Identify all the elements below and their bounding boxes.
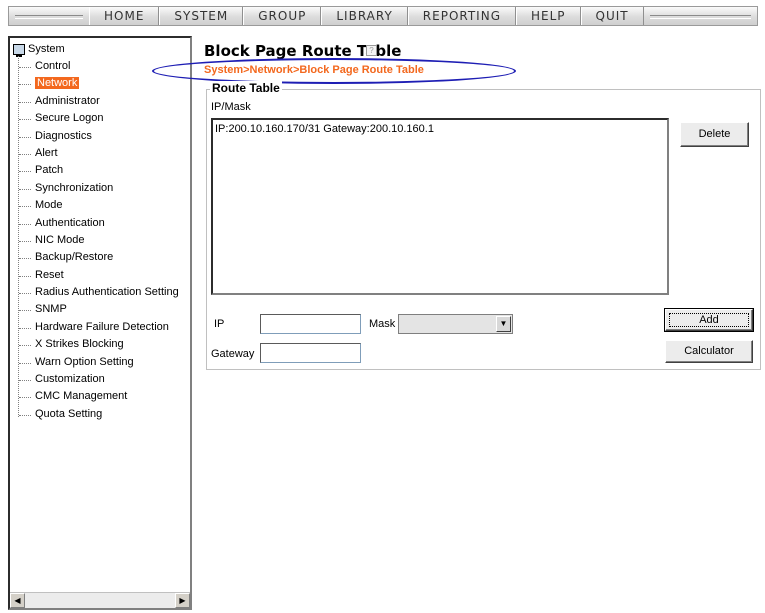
tree-item-label: CMC Management [35,390,128,403]
menu-home[interactable]: HOME [89,7,160,25]
tree-item-label: Customization [35,373,105,386]
tree-item-label: NIC Mode [35,233,85,246]
tree-horizontal-scrollbar[interactable]: ◀ ▶ [10,592,190,608]
tree-item-label: SNMP [35,303,67,316]
breadcrumb: System>Network>Block Page Route Table [204,64,424,76]
tree-item-label: Diagnostics [35,129,92,142]
menu-reporting[interactable]: REPORTING [407,7,516,25]
tree-item-label: Radius Authentication Setting [35,286,179,299]
tree-item-patch[interactable]: Patch [18,162,179,179]
scroll-left-button[interactable]: ◀ [10,593,25,608]
tree-item-label: Mode [35,199,63,212]
menu-quit[interactable]: QUIT [580,7,644,25]
ip-input[interactable] [260,314,361,334]
focus-rectangle [669,313,749,327]
tree-item-label: X Strikes Blocking [35,338,124,351]
help-icon[interactable]: ? [366,45,377,56]
tree-item-mode[interactable]: Mode [18,197,179,214]
tree-item-x-strikes-blocking[interactable]: X Strikes Blocking [18,336,179,353]
menu-decoration-left [9,7,89,25]
tree-item-authentication[interactable]: Authentication [18,215,179,232]
tree-item-label: Backup/Restore [35,251,114,264]
tree-item-nic-mode[interactable]: NIC Mode [18,232,179,249]
ip-label: IP [214,318,225,330]
top-menu-bar: HOME SYSTEM GROUP LIBRARY REPORTING HELP… [0,0,765,32]
tree-item-label: Hardware Failure Detection [35,320,169,333]
tree-root-system[interactable]: System [13,42,65,57]
menu-help[interactable]: HELP [516,7,581,25]
tree-item-label: Alert [35,146,58,159]
tree-item-snmp[interactable]: SNMP [18,301,179,318]
tree-item-secure-logon[interactable]: Secure Logon [18,110,179,127]
gateway-input[interactable] [260,343,361,363]
tree-item-label: Reset [35,268,64,281]
menu-library[interactable]: LIBRARY [321,7,408,25]
menu-decoration-right [644,7,757,25]
tree-item-control[interactable]: Control [18,58,179,75]
add-button[interactable]: Add [664,308,754,332]
menu-system[interactable]: SYSTEM [159,7,244,25]
tree-item-warn-option-setting[interactable]: Warn Option Setting [18,354,179,371]
tree-item-network[interactable]: Network [18,75,179,92]
tree-item-synchronization[interactable]: Synchronization [18,180,179,197]
route-list-box[interactable]: IP:200.10.160.170/31 Gateway:200.10.160.… [211,118,669,295]
tree-item-label: Warn Option Setting [35,355,134,368]
menu-group[interactable]: GROUP [243,7,322,25]
mask-label: Mask [369,318,396,330]
calculator-button[interactable]: Calculator [665,340,753,363]
tree-item-radius-authentication-setting[interactable]: Radius Authentication Setting [18,284,179,301]
scroll-right-button[interactable]: ▶ [175,593,190,608]
tree-item-alert[interactable]: Alert [18,145,179,162]
tree-item-label: Patch [35,164,64,177]
route-table-legend: Route Table [210,81,282,95]
tree-item-label: Synchronization [35,181,114,194]
tree-item-cmc-management[interactable]: CMC Management [18,388,179,405]
tree-item-label: Authentication [35,216,105,229]
tree-item-label: Secure Logon [35,112,104,125]
mask-select[interactable]: ▼ [398,314,513,334]
tree-item-label: Control [35,60,71,72]
tree-item-administrator[interactable]: Administrator [18,93,179,110]
tree-item-diagnostics[interactable]: Diagnostics [18,128,179,145]
ip-mask-column-header: IP/Mask [211,101,251,113]
navigation-tree: System Control Network Administrator Secure… [8,36,192,610]
tree-item-hardware-failure-detection[interactable]: Hardware Failure Detection [18,319,179,336]
tree-root-label: System [28,43,65,55]
computer-icon [13,43,25,57]
tree-item-label: Quota Setting [35,407,103,420]
menu-strip: HOME SYSTEM GROUP LIBRARY REPORTING HELP… [8,6,758,26]
tree-item-reset[interactable]: Reset [18,267,179,284]
delete-button[interactable]: Delete [680,122,749,147]
gateway-label: Gateway [211,348,255,360]
tree-item-list: Control Network Administrator Secure Logon D… [18,58,179,423]
route-row[interactable]: IP:200.10.160.170/31 Gateway:200.10.160.… [213,120,667,138]
tree-item-label: Administrator [35,94,100,107]
tree-item-customization[interactable]: Customization [18,371,179,388]
tree-item-quota-setting[interactable]: Quota Setting [18,406,179,423]
tree-item-backup-restore[interactable]: Backup/Restore [18,249,179,266]
tree-item-label: Network [35,77,80,90]
chevron-down-icon[interactable]: ▼ [496,316,511,332]
